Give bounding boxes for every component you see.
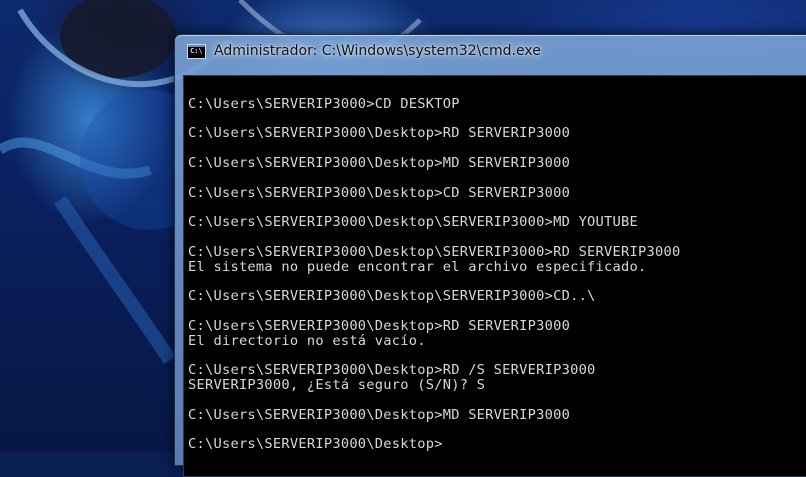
- console-line: El directorio no está vacío.: [188, 332, 426, 349]
- console-line: C:\Users\SERVERIP3000\Desktop>MD SERVERI…: [188, 406, 571, 423]
- console-text: C:\Users\SERVERIP3000>CD DESKTOP C:\Users…: [184, 76, 806, 452]
- console-line: C:\Users\SERVERIP3000\Desktop>RD SERVERI…: [188, 317, 571, 334]
- console-line: C:\Users\SERVERIP3000\Desktop>RD SERVERI…: [188, 125, 571, 142]
- console-line: C:\Users\SERVERIP3000\Desktop>: [188, 436, 443, 453]
- cmd-window: C:\ Administrador: C:\Windows\system32\c…: [174, 34, 806, 477]
- console-line: C:\Users\SERVERIP3000\Desktop\SERVERIP30…: [188, 243, 681, 260]
- window-title: Administrador: C:\Windows\system32\cmd.e…: [214, 43, 541, 59]
- console-line: SERVERIP3000, ¿Está seguro (S/N)? S: [188, 376, 486, 393]
- console-line: C:\Users\SERVERIP3000\Desktop\SERVERIP30…: [188, 214, 639, 231]
- console-output[interactable]: C:\Users\SERVERIP3000>CD DESKTOP C:\Users…: [183, 75, 806, 477]
- cmd-icon-label: C:\: [190, 46, 203, 55]
- console-line: C:\Users\SERVERIP3000\Desktop>CD SERVERI…: [188, 184, 571, 201]
- cmd-icon[interactable]: C:\: [187, 43, 206, 59]
- console-line: C:\Users\SERVERIP3000\Desktop\SERVERIP30…: [188, 288, 596, 305]
- console-line: C:\Users\SERVERIP3000\Desktop>MD SERVERI…: [188, 154, 571, 171]
- console-line: El sistema no puede encontrar el archivo…: [188, 258, 647, 275]
- title-bar[interactable]: C:\ Administrador: C:\Windows\system32\c…: [175, 35, 806, 67]
- console-line: C:\Users\SERVERIP3000>CD DESKTOP: [188, 95, 460, 112]
- console-line: C:\Users\SERVERIP3000\Desktop>RD /S SERV…: [188, 362, 596, 379]
